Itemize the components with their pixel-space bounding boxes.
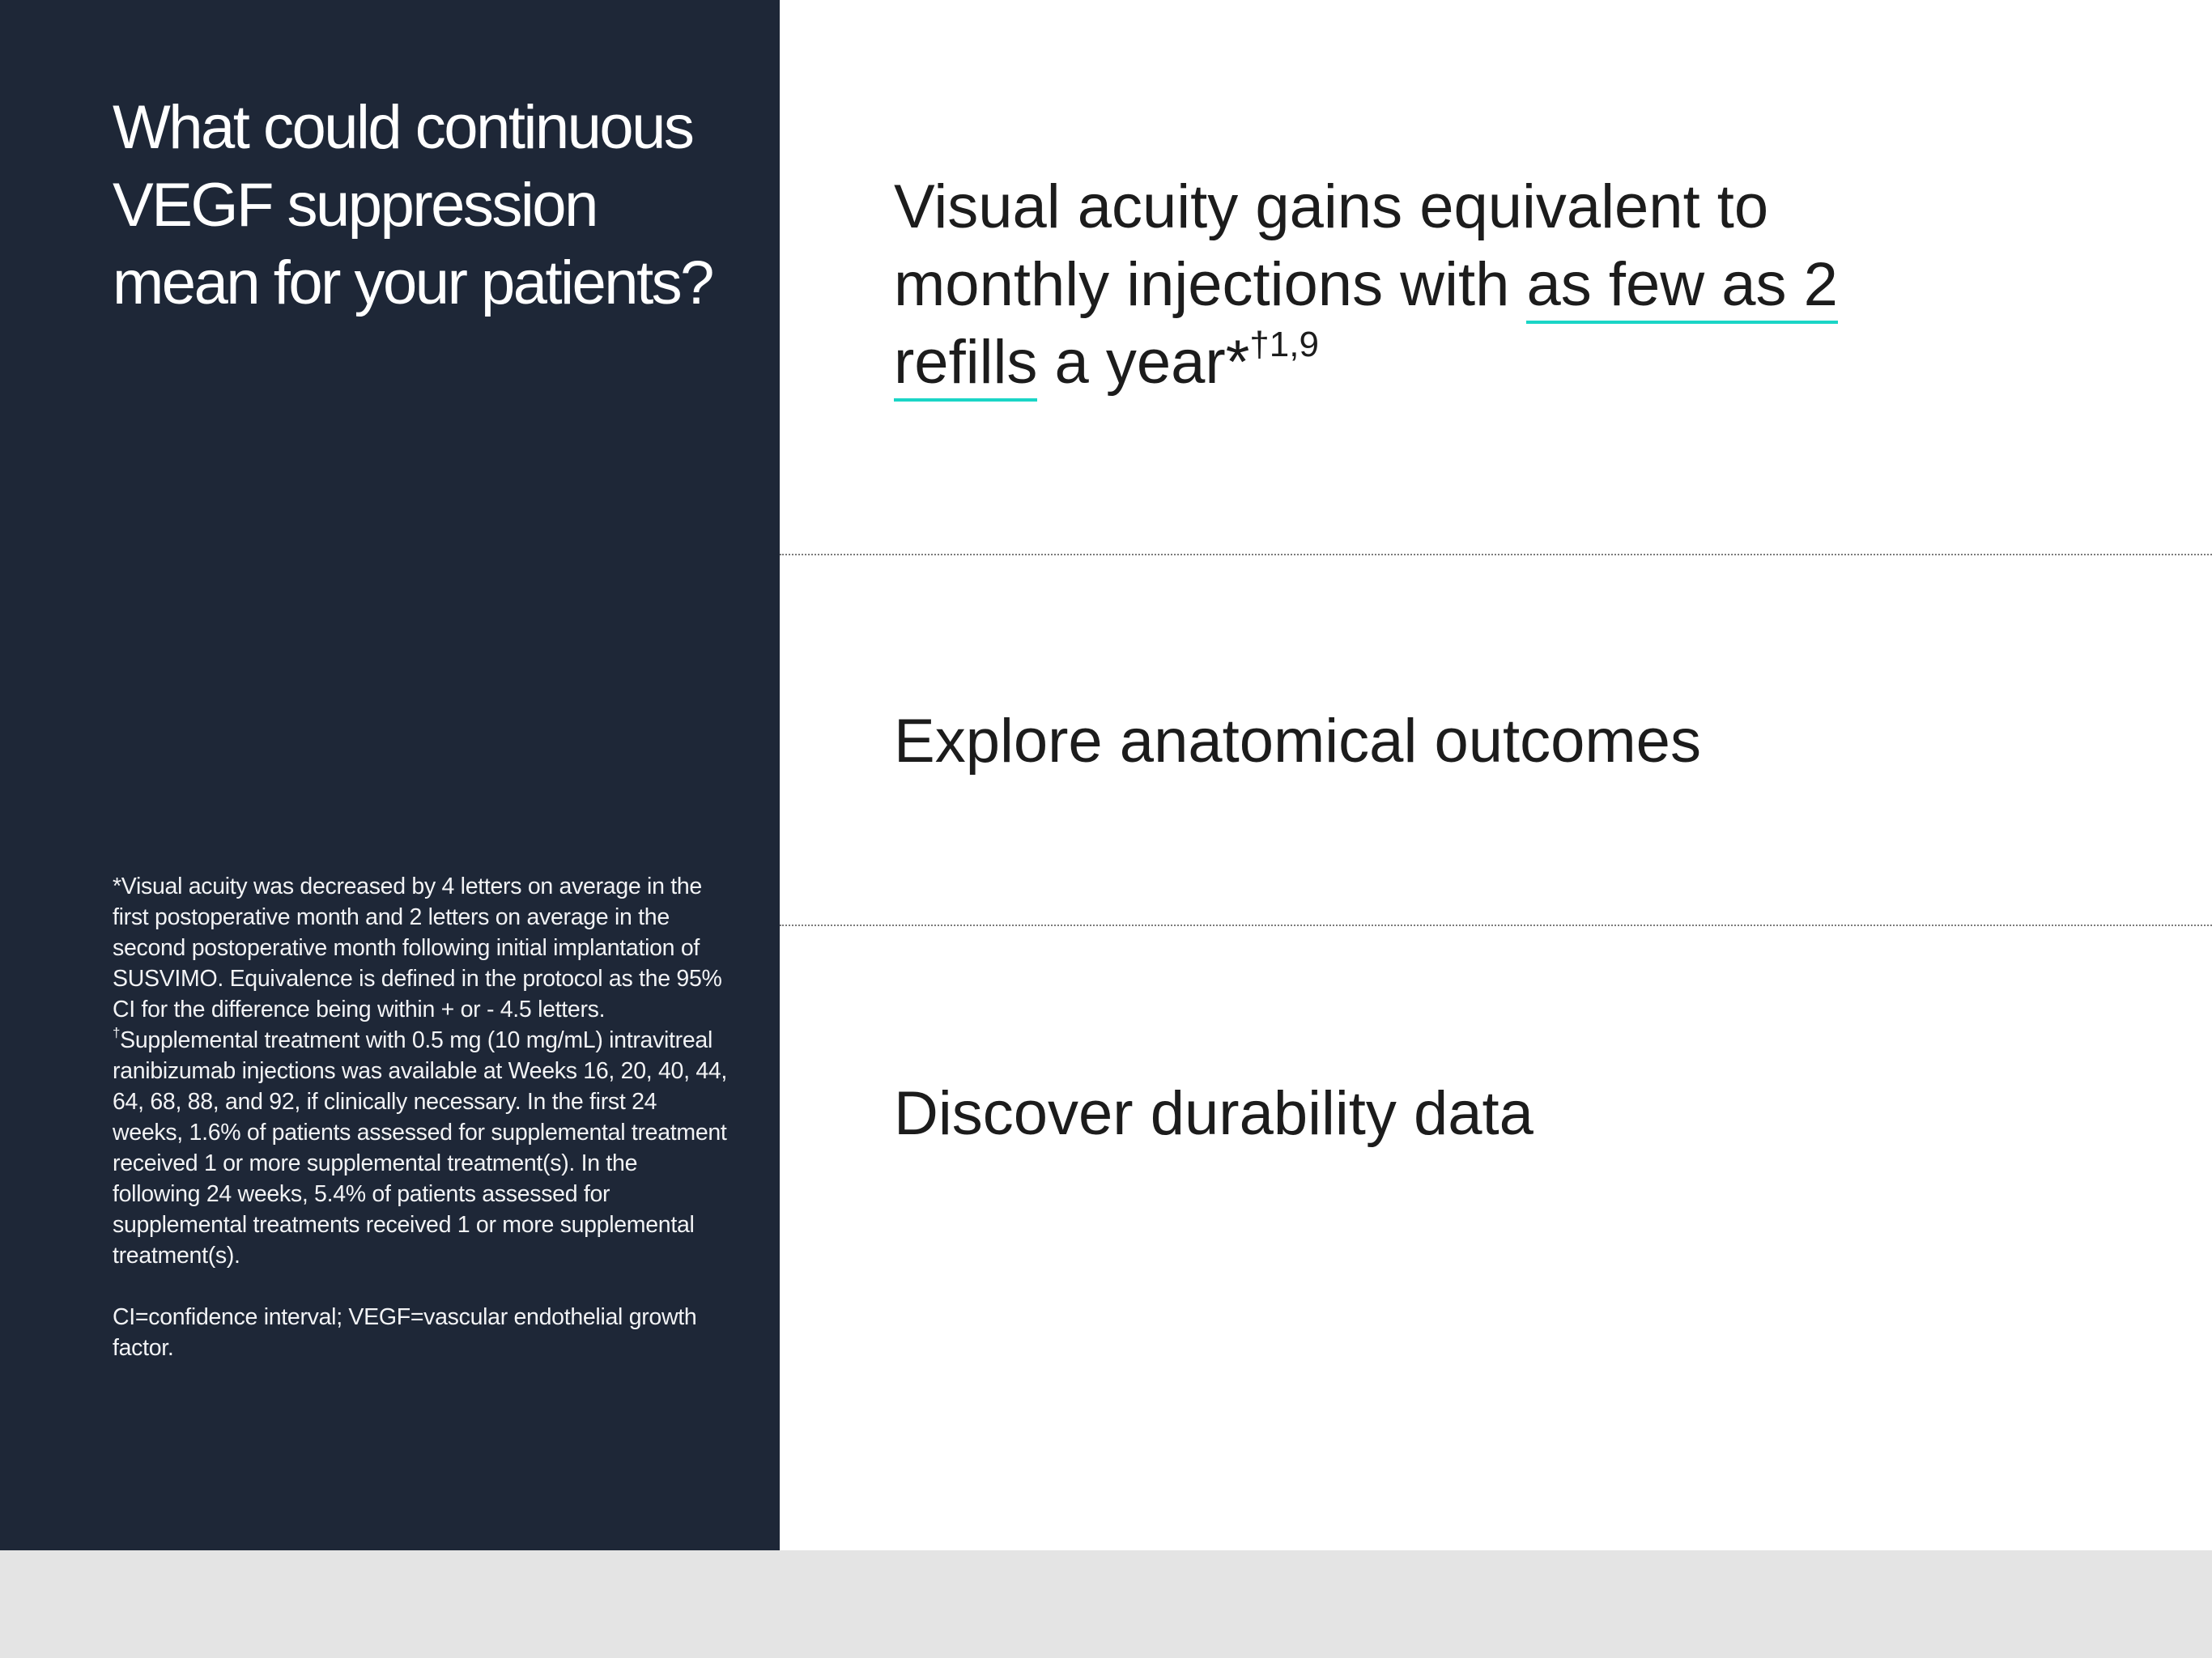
- claim-highlight-as-few-as-2: as few as 2: [1526, 250, 1838, 324]
- explore-anatomical-outcomes-link[interactable]: Explore anatomical outcomes: [894, 703, 1701, 780]
- footnote-abbreviations: CI=confidence interval; VEGF=vascular en…: [113, 1304, 697, 1361]
- footnotes: *Visual acuity was decreased by 4 letter…: [113, 871, 728, 1363]
- section-anatomical-outcomes[interactable]: Explore anatomical outcomes: [780, 555, 2212, 926]
- visual-acuity-claim: Visual acuity gains equivalent to monthl…: [894, 168, 1946, 402]
- section-durability-data[interactable]: Discover durability data: [780, 926, 2212, 1550]
- footnote-supplemental-text: Supplemental treatment with 0.5 mg (10 m…: [113, 1027, 728, 1269]
- claim-highlight-refills: refills: [894, 328, 1038, 402]
- footnote-visual-acuity: *Visual acuity was decreased by 4 letter…: [113, 874, 722, 1022]
- headline-line-1: What could continuous: [113, 93, 695, 162]
- section-visual-acuity: Visual acuity gains equivalent to monthl…: [780, 0, 2212, 555]
- bottom-bar: [0, 1550, 2212, 1658]
- page-headline: What could continuous VEGF suppression m…: [113, 89, 760, 322]
- right-panel: Visual acuity gains equivalent to monthl…: [780, 0, 2212, 1550]
- left-panel: What could continuous VEGF suppression m…: [0, 0, 780, 1550]
- discover-durability-data-link[interactable]: Discover durability data: [894, 1075, 1534, 1153]
- claim-text-end: a year*: [1037, 328, 1250, 397]
- headline-line-2: VEGF suppression: [113, 171, 598, 240]
- dagger-mark: †: [113, 1025, 121, 1040]
- claim-reference-superscript: †1,9: [1249, 325, 1319, 364]
- footnote-supplemental-treatment: †Supplemental treatment with 0.5 mg (10 …: [113, 1025, 728, 1271]
- headline-line-3: mean for your patients?: [113, 249, 714, 317]
